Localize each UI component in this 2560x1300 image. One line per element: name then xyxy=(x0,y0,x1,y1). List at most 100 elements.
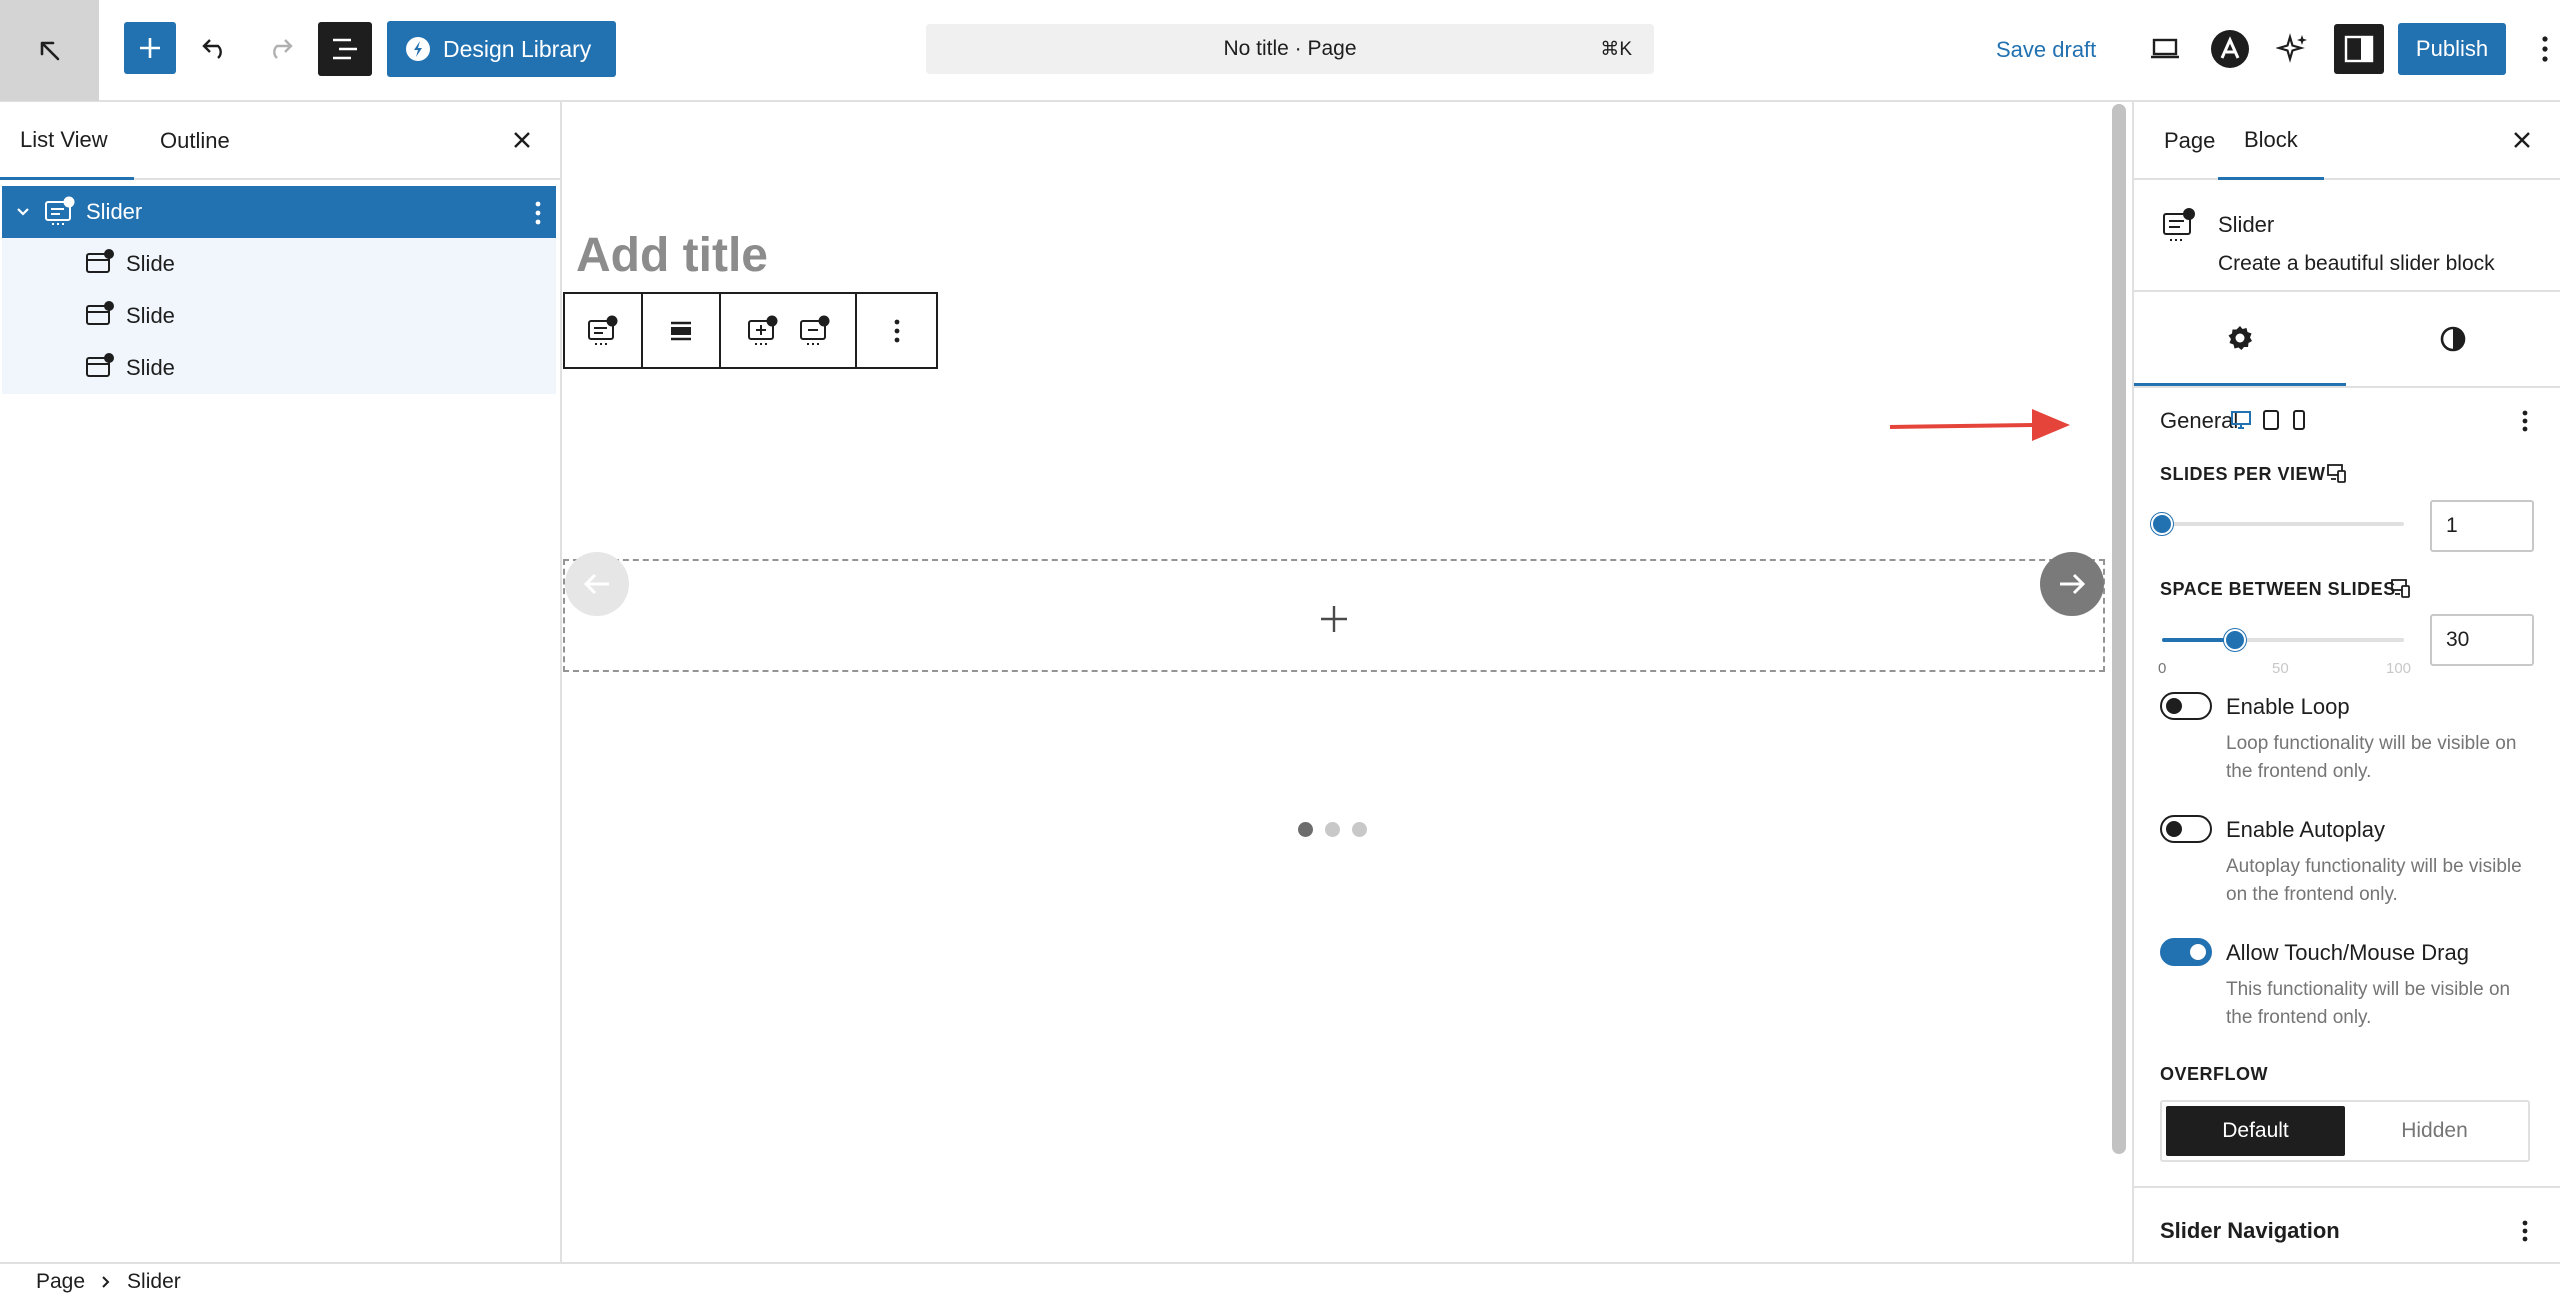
tree-item-slider[interactable]: Slider xyxy=(2,186,556,238)
close-settings-button[interactable] xyxy=(2506,124,2538,156)
add-inner-block-button[interactable] xyxy=(1312,597,1356,641)
allow-drag-toggle[interactable] xyxy=(2160,938,2212,966)
command-palette-bar[interactable]: No title · Page ⌘K xyxy=(926,24,1654,74)
back-to-dashboard-button[interactable] xyxy=(0,0,99,101)
ai-assistant-button[interactable] xyxy=(2270,26,2316,72)
tab-outline[interactable]: Outline xyxy=(160,102,230,180)
preview-button[interactable] xyxy=(2142,26,2188,72)
tab-block[interactable]: Block xyxy=(2218,102,2324,180)
toggle-knob xyxy=(2166,821,2182,837)
close-icon xyxy=(514,132,530,148)
publish-button[interactable]: Publish xyxy=(2398,23,2506,75)
enable-autoplay-help: Autoplay functionality will be visible o… xyxy=(2226,856,2522,905)
desktop-icon[interactable] xyxy=(2230,410,2252,430)
chevron-down-icon[interactable] xyxy=(14,203,32,221)
close-icon xyxy=(2514,132,2530,148)
tab-settings[interactable] xyxy=(2134,292,2346,386)
vertical-ellipsis-icon xyxy=(894,319,899,342)
tab-styles[interactable] xyxy=(2346,292,2560,386)
tree-item-slide[interactable]: Slide xyxy=(2,290,556,342)
slider-prev-button[interactable] xyxy=(565,552,629,616)
redo-button[interactable] xyxy=(257,25,303,71)
undo-button[interactable] xyxy=(192,25,238,71)
enable-autoplay-toggle[interactable] xyxy=(2160,815,2212,843)
design-library-button[interactable]: Design Library xyxy=(387,21,616,77)
plus-icon xyxy=(1321,606,1347,632)
navigation-options-button[interactable] xyxy=(2510,1216,2540,1246)
pagination-dot[interactable] xyxy=(1352,822,1367,837)
slider-navigation-title: Slider Navigation xyxy=(2160,1218,2340,1243)
slider-track xyxy=(2162,522,2404,526)
block-options-button[interactable] xyxy=(857,294,936,367)
add-slide-icon[interactable] xyxy=(743,314,781,348)
range-min-label: 0 xyxy=(2158,660,2167,677)
slides-per-view-input[interactable]: 1 xyxy=(2430,500,2534,552)
responsive-icon[interactable] xyxy=(2390,577,2412,599)
red-arrow-annotation xyxy=(1889,409,2070,441)
slider-thumb[interactable] xyxy=(2151,513,2173,535)
align-button[interactable] xyxy=(643,294,721,367)
responsive-icon[interactable] xyxy=(2326,462,2348,484)
slider-next-button[interactable] xyxy=(2040,552,2104,616)
laptop-icon xyxy=(2151,38,2179,59)
enable-loop-toggle[interactable] xyxy=(2160,692,2212,720)
redo-icon xyxy=(273,39,293,59)
tree-item-slide[interactable]: Slide xyxy=(2,342,556,394)
vertical-ellipsis-icon xyxy=(2522,410,2528,432)
breadcrumb-item-page[interactable]: Page xyxy=(36,1270,85,1294)
slider-pagination xyxy=(1298,822,1367,837)
mobile-icon[interactable] xyxy=(2292,410,2306,430)
astra-settings-button[interactable] xyxy=(2208,27,2252,71)
slider-navigation-section[interactable]: Slider Navigation xyxy=(2134,1186,2560,1262)
stackable-logo-icon xyxy=(406,37,430,61)
sparkles-icon xyxy=(2276,33,2307,63)
breadcrumb: Page Slider xyxy=(0,1262,2560,1300)
slider-block-icon xyxy=(588,315,618,345)
allow-drag-label: Allow Touch/Mouse Drag xyxy=(2226,940,2469,965)
close-list-view-button[interactable] xyxy=(506,124,538,156)
command-bar-title: No title · Page xyxy=(1223,37,1357,60)
document-overview-button[interactable] xyxy=(318,22,372,76)
remove-slide-icon[interactable] xyxy=(795,314,833,348)
list-view-icon xyxy=(333,38,357,60)
tab-page[interactable]: Page xyxy=(2164,102,2215,180)
arrow-up-left-icon xyxy=(40,41,59,60)
pagination-dot[interactable] xyxy=(1298,822,1313,837)
range-max-label: 100 xyxy=(2386,660,2412,677)
tree-item-label: Slider xyxy=(86,199,143,224)
block-card-title: Slider xyxy=(2218,212,2275,237)
settings-sidebar-toggle[interactable] xyxy=(2334,24,2384,74)
space-between-input[interactable]: 30 xyxy=(2430,614,2534,666)
general-section-title[interactable]: General xyxy=(2160,408,2238,434)
add-block-button[interactable] xyxy=(124,22,176,74)
slides-per-view-label: SLIDES PER VIEW xyxy=(2160,464,2326,484)
range-mid-label: 50 xyxy=(2272,660,2289,677)
vertical-ellipsis-icon xyxy=(2522,1220,2528,1242)
toggle-knob xyxy=(2166,698,2182,714)
overflow-default-option[interactable]: Default xyxy=(2166,1106,2345,1156)
block-card: Slider Create a beautiful slider block xyxy=(2134,182,2560,292)
tab-list-view[interactable]: List View xyxy=(0,102,134,180)
slider-thumb[interactable] xyxy=(2223,629,2246,651)
tablet-icon[interactable] xyxy=(2262,410,2280,430)
sidebar-icon xyxy=(2344,35,2374,63)
overflow-hidden-option[interactable]: Hidden xyxy=(2345,1106,2524,1156)
breadcrumb-item-slider[interactable]: Slider xyxy=(127,1270,181,1294)
post-title-placeholder[interactable]: Add title xyxy=(576,228,768,283)
top-toolbar: Design Library No title · Page ⌘K Save d… xyxy=(0,0,2560,102)
editor-canvas xyxy=(563,102,2110,1262)
general-options-button[interactable] xyxy=(2510,406,2540,436)
gear-icon xyxy=(2228,325,2252,350)
save-draft-button[interactable]: Save draft xyxy=(1996,30,2096,70)
tree-item-slide[interactable]: Slide xyxy=(2,238,556,290)
block-options-icon[interactable] xyxy=(534,200,542,226)
chevron-right-icon xyxy=(102,1276,110,1288)
tree-item-label: Slide xyxy=(126,303,175,328)
pagination-dot[interactable] xyxy=(1325,822,1340,837)
contrast-icon xyxy=(2440,326,2466,352)
canvas-scrollbar[interactable] xyxy=(2112,104,2126,1154)
slide-actions-group xyxy=(721,294,857,367)
more-options-button[interactable] xyxy=(2530,26,2560,72)
block-type-switcher[interactable] xyxy=(565,294,643,367)
slide-block-icon xyxy=(86,249,114,273)
